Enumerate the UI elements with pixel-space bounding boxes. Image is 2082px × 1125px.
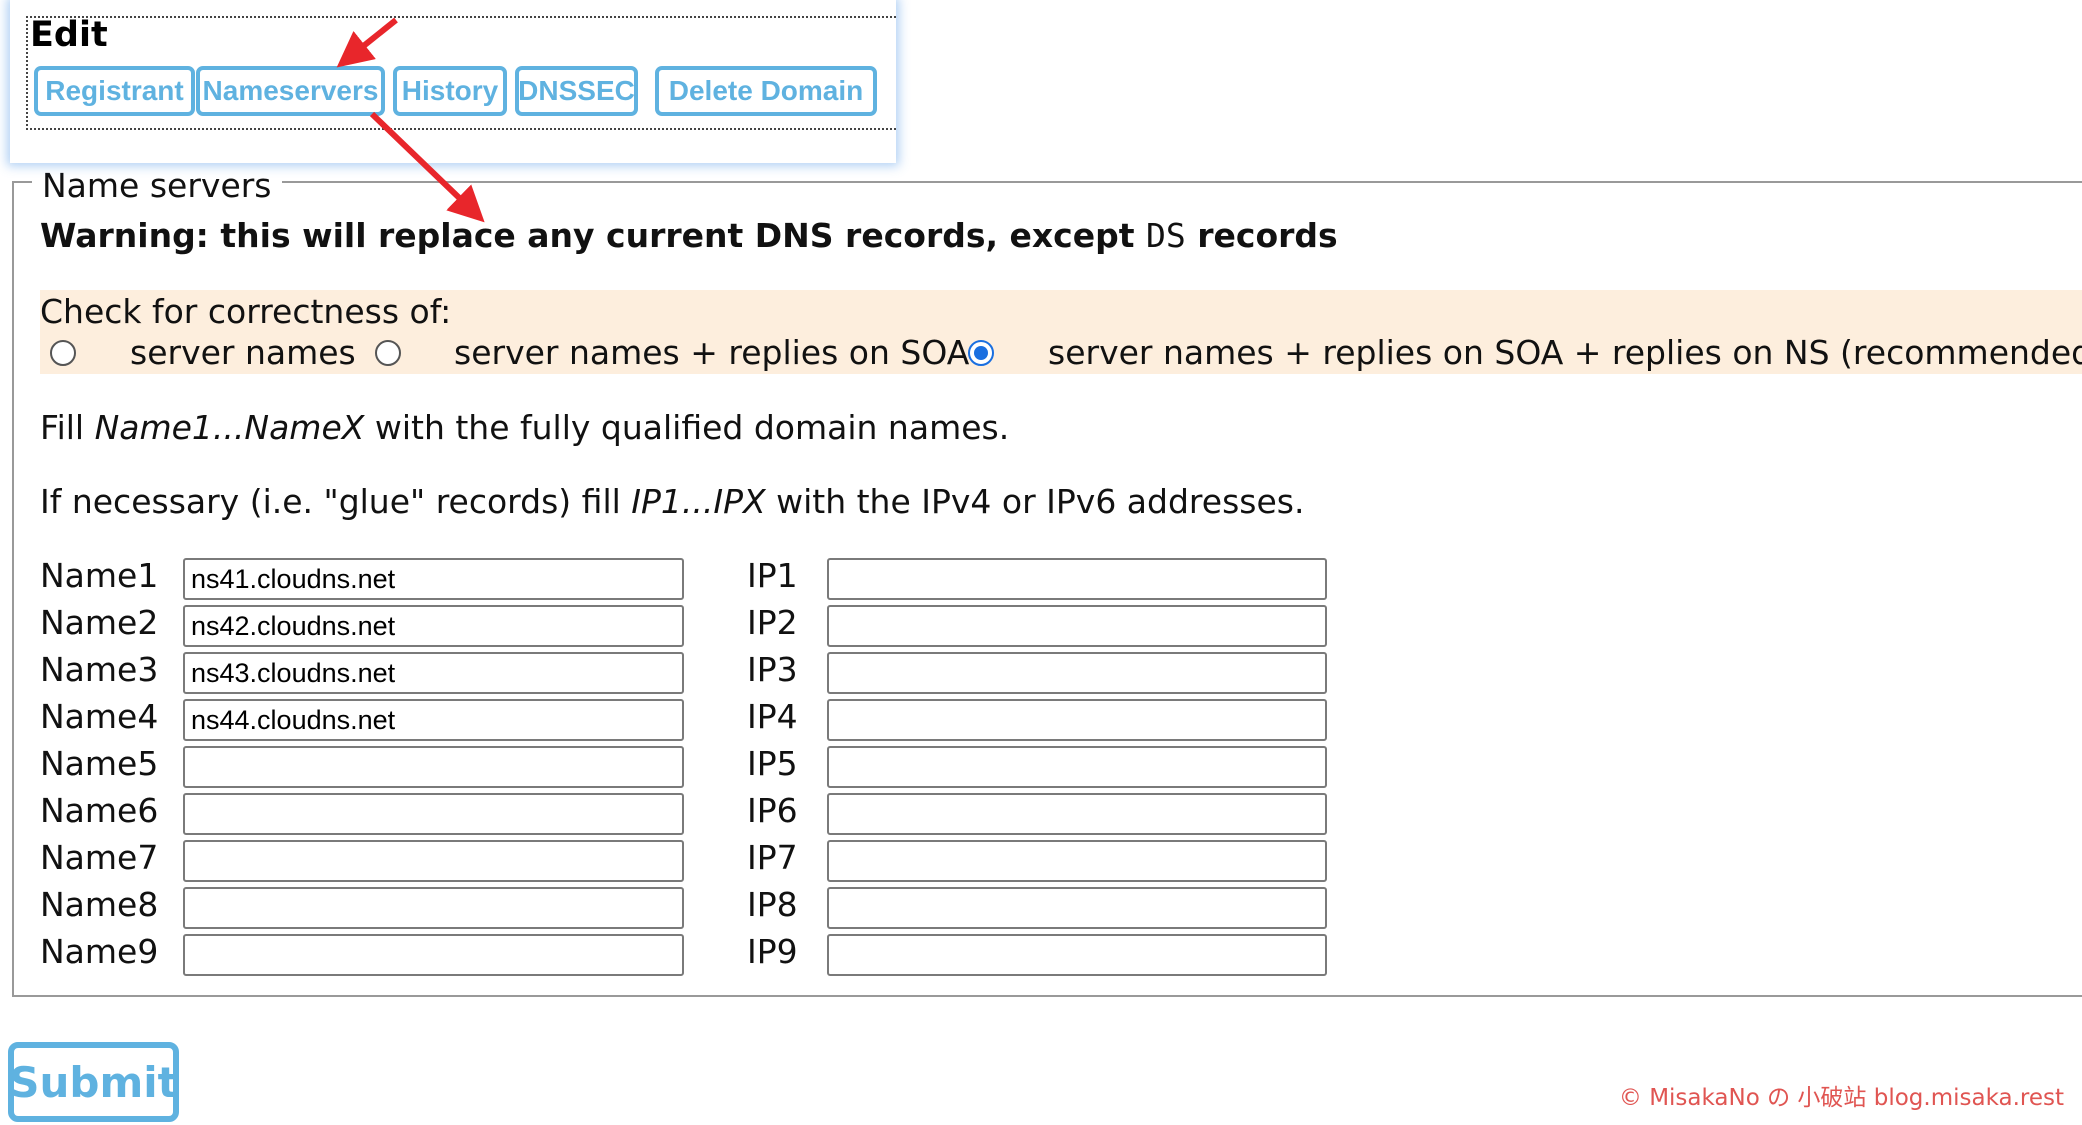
name1-input[interactable] xyxy=(183,558,684,600)
ip6-label: IP6 xyxy=(747,791,798,830)
radio-label-server-names-soa-ns: server names + replies on SOA + replies … xyxy=(1048,333,2082,372)
ip3-input[interactable] xyxy=(827,652,1327,694)
name3-label: Name3 xyxy=(40,650,159,689)
name5-label: Name5 xyxy=(40,744,159,783)
fill-names-pre: Fill xyxy=(40,408,95,447)
radio-server-names-soa[interactable] xyxy=(375,340,401,366)
ip5-input[interactable] xyxy=(827,746,1327,788)
edit-panel: Edit Registrant Nameservers History DNSS… xyxy=(10,0,896,163)
fill-names-em: Name1...NameX xyxy=(94,408,365,447)
tab-delete-domain[interactable]: Delete Domain xyxy=(655,66,877,116)
name4-label: Name4 xyxy=(40,697,159,736)
radio-server-names[interactable] xyxy=(50,340,76,366)
name8-input[interactable] xyxy=(183,887,684,929)
name7-label: Name7 xyxy=(40,838,159,877)
watermark: © MisakaNo の 小破站 blog.misaka.rest xyxy=(1618,1085,2064,1111)
name2-input[interactable] xyxy=(183,605,684,647)
radio-label-server-names-soa: server names + replies on SOA xyxy=(454,333,970,372)
name6-label: Name6 xyxy=(40,791,159,830)
edit-title: Edit xyxy=(30,15,108,55)
radio-label-server-names: server names xyxy=(130,333,356,372)
name8-label: Name8 xyxy=(40,885,159,924)
ip4-label: IP4 xyxy=(747,697,798,736)
tab-dnssec[interactable]: DNSSEC xyxy=(515,66,638,116)
warning-code: DS xyxy=(1146,216,1186,255)
name9-input[interactable] xyxy=(183,934,684,976)
ip4-input[interactable] xyxy=(827,699,1327,741)
ip9-input[interactable] xyxy=(827,934,1327,976)
name3-input[interactable] xyxy=(183,652,684,694)
ip7-input[interactable] xyxy=(827,840,1327,882)
name4-input[interactable] xyxy=(183,699,684,741)
warning-text-end: records xyxy=(1185,216,1338,255)
submit-button[interactable]: Submit xyxy=(8,1042,179,1122)
tab-history[interactable]: History xyxy=(393,66,507,116)
ip7-label: IP7 xyxy=(747,838,798,877)
fill-ips-hint: If necessary (i.e. "glue" records) fill … xyxy=(40,482,1304,521)
ip1-label: IP1 xyxy=(747,556,798,595)
fill-ips-post: with the IPv4 or IPv6 addresses. xyxy=(765,482,1305,521)
name1-label: Name1 xyxy=(40,556,159,595)
name2-label: Name2 xyxy=(40,603,159,642)
ip2-label: IP2 xyxy=(747,603,798,642)
ip8-input[interactable] xyxy=(827,887,1327,929)
ip5-label: IP5 xyxy=(747,744,798,783)
check-label: Check for correctness of: xyxy=(40,292,452,331)
ip3-label: IP3 xyxy=(747,650,798,689)
tab-registrant[interactable]: Registrant xyxy=(34,66,195,116)
replace-warning: Warning: this will replace any current D… xyxy=(40,216,1338,255)
radio-server-names-soa-ns[interactable] xyxy=(968,340,994,366)
ip2-input[interactable] xyxy=(827,605,1327,647)
ip8-label: IP8 xyxy=(747,885,798,924)
ip9-label: IP9 xyxy=(747,932,798,971)
fill-names-hint: Fill Name1...NameX with the fully qualif… xyxy=(40,408,1009,447)
nameservers-legend: Name servers xyxy=(32,166,282,206)
fill-names-post: with the fully qualified domain names. xyxy=(364,408,1010,447)
name5-input[interactable] xyxy=(183,746,684,788)
ip1-input[interactable] xyxy=(827,558,1327,600)
fill-ips-pre: If necessary (i.e. "glue" records) fill xyxy=(40,482,632,521)
name6-input[interactable] xyxy=(183,793,684,835)
name7-input[interactable] xyxy=(183,840,684,882)
fill-ips-em: IP1...IPX xyxy=(631,482,766,521)
name9-label: Name9 xyxy=(40,932,159,971)
ip6-input[interactable] xyxy=(827,793,1327,835)
warning-text-start: Warning: this will replace any current D… xyxy=(40,216,1146,255)
tab-nameservers[interactable]: Nameservers xyxy=(196,66,385,116)
